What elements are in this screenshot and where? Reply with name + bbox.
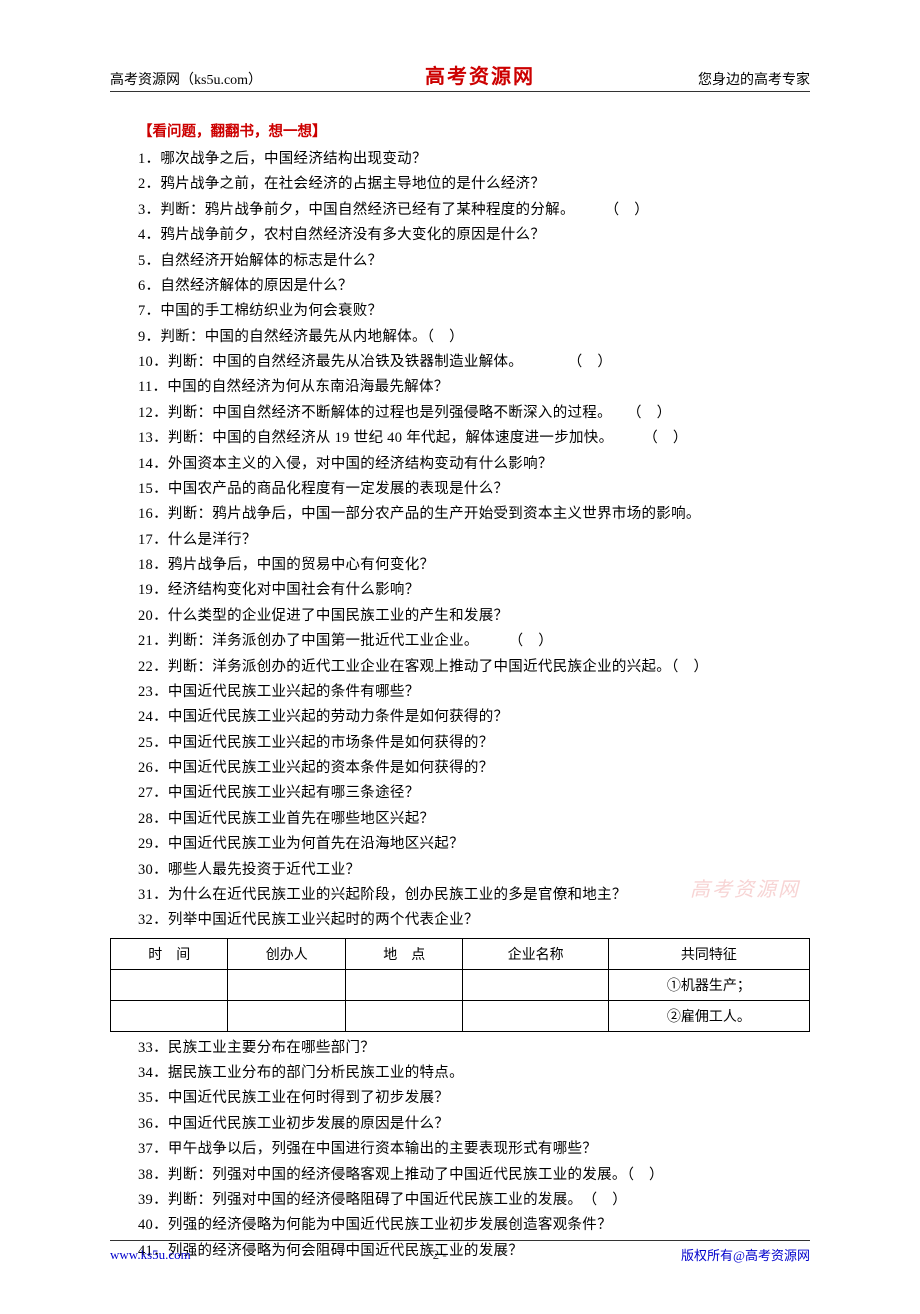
question-item: 22．判断：洋务派创办的近代工业企业在客观上推动了中国近代民族企业的兴起。（ ） [138,655,810,680]
question-item: 23．中国近代民族工业兴起的条件有哪些？ [138,680,810,705]
question-item: 26．中国近代民族工业兴起的资本条件是如何获得的？ [138,756,810,781]
page-footer: www.ks5u.com - 2 - 版权所有@高考资源网 [110,1240,810,1264]
question-list-1: 1．哪次战争之后，中国经济结构出现变动？2．鸦片战争之前，在社会经济的占据主导地… [110,147,810,934]
col-place: 地 点 [345,938,462,969]
question-item: 2．鸦片战争之前，在社会经济的占据主导地位的是什么经济？ [138,172,810,197]
cell-feature: ①机器生产； [608,969,809,1000]
question-item: 14．外国资本主义的入侵，对中国的经济结构变动有什么影响？ [138,452,810,477]
question-item: 35．中国近代民族工业在何时得到了初步发展？ [138,1086,810,1111]
question-item: 12．判断：中国自然经济不断解体的过程也是列强侵略不断深入的过程。 （ ） [138,401,810,426]
question-item: 18．鸦片战争后，中国的贸易中心有何变化？ [138,553,810,578]
question-item: 11．中国的自然经济为何从东南沿海最先解体？ [138,375,810,400]
question-item: 10．判断：中国的自然经济最先从冶铁及铁器制造业解体。 （ ） [138,350,810,375]
footer-page-number: - 2 - [425,1247,447,1263]
cell [228,969,345,1000]
header-left: 高考资源网（ks5u.com） [110,69,262,89]
question-item: 37．甲午战争以后，列强在中国进行资本输出的主要表现形式有哪些？ [138,1137,810,1162]
question-item: 39．判断：列强对中国的经济侵略阻碍了中国近代民族工业的发展。 （ ） [138,1188,810,1213]
cell [111,1000,228,1031]
question-item: 17．什么是洋行？ [138,528,810,553]
question-item: 36．中国近代民族工业初步发展的原因是什么？ [138,1112,810,1137]
table-row: ②雇佣工人。 [111,1000,810,1031]
col-enterprise: 企业名称 [463,938,608,969]
col-feature: 共同特征 [608,938,809,969]
enterprise-table: 时 间 创办人 地 点 企业名称 共同特征 ①机器生产； ②雇佣工人。 [110,938,810,1032]
question-item: 29．中国近代民族工业为何首先在沿海地区兴起？ [138,832,810,857]
question-item: 9．判断：中国的自然经济最先从内地解体。（ ） [138,325,810,350]
col-founder: 创办人 [228,938,345,969]
question-item: 1．哪次战争之后，中国经济结构出现变动？ [138,147,810,172]
question-item: 27．中国近代民族工业兴起有哪三条途径？ [138,781,810,806]
footer-left: www.ks5u.com [110,1247,191,1263]
question-item: 38．判断：列强对中国的经济侵略客观上推动了中国近代民族工业的发展。（ ） [138,1163,810,1188]
question-item: 32．列举中国近代民族工业兴起时的两个代表企业？ [138,908,810,933]
question-item: 6．自然经济解体的原因是什么？ [138,274,810,299]
cell [463,969,608,1000]
table-header-row: 时 间 创办人 地 点 企业名称 共同特征 [111,938,810,969]
page-header: 高考资源网（ks5u.com） 高考资源网 您身边的高考专家 [110,60,810,92]
header-right: 您身边的高考专家 [698,69,810,89]
cell [345,1000,462,1031]
question-list-2: 33．民族工业主要分布在哪些部门？34．据民族工业分布的部门分析民族工业的特点。… [110,1036,810,1264]
question-item: 21．判断：洋务派创办了中国第一批近代工业企业。 （ ） [138,629,810,654]
question-item: 4．鸦片战争前夕，农村自然经济没有多大变化的原因是什么？ [138,223,810,248]
question-item: 5．自然经济开始解体的标志是什么？ [138,249,810,274]
question-item: 15．中国农产品的商品化程度有一定发展的表现是什么？ [138,477,810,502]
question-item: 24．中国近代民族工业兴起的劳动力条件是如何获得的？ [138,705,810,730]
question-item: 31．为什么在近代民族工业的兴起阶段，创办民族工业的多是官僚和地主？ [138,883,810,908]
question-item: 19．经济结构变化对中国社会有什么影响？ [138,578,810,603]
footer-right: 版权所有@高考资源网 [681,1245,810,1264]
col-time: 时 间 [111,938,228,969]
question-item: 25．中国近代民族工业兴起的市场条件是如何获得的？ [138,731,810,756]
question-item: 34．据民族工业分布的部门分析民族工业的特点。 [138,1061,810,1086]
cell [345,969,462,1000]
cell [111,969,228,1000]
table-row: ①机器生产； [111,969,810,1000]
question-item: 16．判断：鸦片战争后，中国一部分农产品的生产开始受到资本主义世界市场的影响。 [138,502,810,527]
question-item: 33．民族工业主要分布在哪些部门？ [138,1036,810,1061]
question-item: 28．中国近代民族工业首先在哪些地区兴起？ [138,807,810,832]
cell [463,1000,608,1031]
question-item: 7．中国的手工棉纺织业为何会衰败？ [138,299,810,324]
question-item: 13．判断：中国的自然经济从 19 世纪 40 年代起，解体速度进一步加快。 （… [138,426,810,451]
header-center-logo: 高考资源网 [262,60,698,89]
cell-feature: ②雇佣工人。 [608,1000,809,1031]
cell [228,1000,345,1031]
question-item: 20．什么类型的企业促进了中国民族工业的产生和发展？ [138,604,810,629]
question-item: 3．判断：鸦片战争前夕，中国自然经济已经有了某种程度的分解。 （ ） [138,198,810,223]
question-item: 40．列强的经济侵略为何能为中国近代民族工业初步发展创造客观条件？ [138,1213,810,1238]
section-title: 【看问题，翻翻书，想一想】 [138,120,810,141]
question-item: 30．哪些人最先投资于近代工业？ [138,858,810,883]
